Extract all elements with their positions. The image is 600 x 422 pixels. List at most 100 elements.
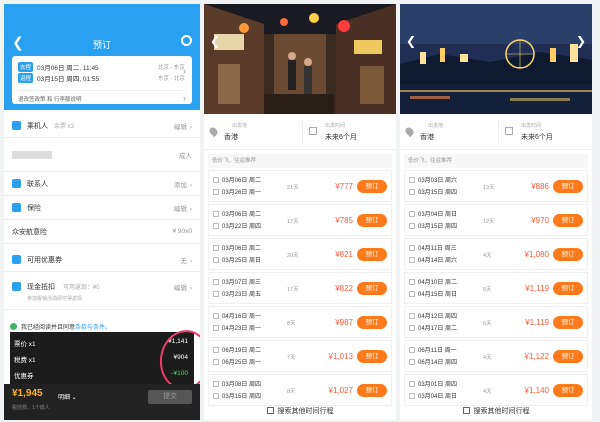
customer-service-icon[interactable] — [181, 35, 192, 46]
list-item[interactable]: 03月06日 周二 03月25日 周日 20天 ¥821 预订 — [208, 238, 392, 270]
fare-price: ¥987 — [335, 318, 353, 327]
checkbox-icon[interactable] — [409, 346, 415, 353]
checkbox-icon[interactable] — [409, 380, 415, 387]
checkbox-icon[interactable] — [409, 222, 415, 229]
list-item[interactable]: 03月06日 周二 03月26日 周一 21天 ¥777 预订 — [208, 170, 392, 202]
passenger-edit[interactable]: 编辑 › — [174, 121, 192, 131]
checkbox-icon[interactable] — [213, 290, 219, 297]
checkbox-icon[interactable] — [213, 392, 219, 399]
book-button[interactable]: 预订 — [553, 248, 583, 261]
checkbox-icon[interactable] — [213, 324, 219, 331]
return-date: 03月15日 周四 — [222, 394, 262, 400]
trip-length: 4天 — [483, 253, 492, 259]
refund-policy-link[interactable]: 退改签政策 和 行李额说明 › — [18, 90, 186, 103]
list-item[interactable]: 03月04日 周日 03月15日 周四 12天 ¥970 预订 — [404, 204, 588, 236]
search-other-dates-link[interactable]: 搜索其他时间行程 — [400, 406, 592, 416]
list-item[interactable]: 03月07日 周三 03月23日 周五 17天 ¥822 预订 — [208, 272, 392, 304]
terms-agreement[interactable]: 我已经阅读并且同意 条款与条件。 — [10, 322, 111, 331]
checkbox-icon[interactable] — [409, 176, 415, 183]
checkbox-icon[interactable] — [409, 392, 415, 399]
book-button[interactable]: 预订 — [553, 214, 583, 227]
checkbox-icon[interactable] — [213, 256, 219, 263]
insurance-row[interactable]: 保险 编辑 › — [4, 196, 200, 220]
insurance-edit[interactable]: 编辑 › — [174, 203, 192, 213]
passenger-entry[interactable]: 成人 — [4, 138, 200, 172]
coupon-value[interactable]: 无 › — [180, 255, 192, 265]
book-button[interactable]: 预订 — [553, 316, 583, 329]
checkbox-icon[interactable] — [213, 380, 219, 387]
page-title: 预订 — [92, 40, 111, 50]
time-filter-1[interactable]: 出发时间 未来6个月 — [302, 120, 392, 144]
time-filter-2[interactable]: 出发时间 未来6个月 — [498, 120, 588, 144]
checkbox-icon[interactable] — [213, 244, 219, 251]
checkbox-icon[interactable] — [409, 256, 415, 263]
checkbox-icon[interactable] — [409, 290, 415, 297]
checkbox-icon[interactable] — [409, 312, 415, 319]
book-button[interactable]: 预订 — [357, 316, 387, 329]
list-item[interactable]: 06月19日 周二 06月25日 周一 7天 ¥1,013 预订 — [208, 340, 392, 372]
checkbox-icon[interactable] — [213, 346, 219, 353]
book-button[interactable]: 预订 — [357, 180, 387, 193]
fare-price: ¥1,119 — [525, 318, 549, 327]
checkbox-icon[interactable] — [213, 176, 219, 183]
checkbox-icon[interactable] — [213, 222, 219, 229]
book-button[interactable]: 预订 — [553, 180, 583, 193]
passenger-row[interactable]: 乘机人 余票 x3 编辑 › — [4, 114, 200, 138]
price-detail-toggle[interactable]: 明细 ⌄ — [58, 392, 77, 401]
coupon-row[interactable]: 可用优惠券 无 › — [4, 248, 200, 272]
checkbox-icon[interactable] — [213, 358, 219, 365]
return-date: 04月17日 周二 — [418, 326, 458, 332]
flight-insurance-row[interactable]: 众安航意险 ¥ 90x0 — [4, 220, 200, 244]
list-item[interactable]: 03月08日 周四 03月15日 周四 8天 ¥1,027 预订 — [208, 374, 392, 406]
fare-price: ¥1,140 — [524, 386, 549, 395]
checkbox-icon[interactable] — [409, 278, 415, 285]
origin-filter-2[interactable]: 出发地 香港 — [403, 120, 494, 144]
checkbox-icon[interactable] — [213, 188, 219, 195]
trip-summary-card[interactable]: 去程 03月06日 周二, 11:45 北京 - 东京 返程 03月15日 周四… — [12, 56, 192, 104]
checkbox-icon[interactable] — [213, 312, 219, 319]
checkbox-icon[interactable] — [409, 188, 415, 195]
book-button[interactable]: 预订 — [357, 384, 387, 397]
outbound-date: 03月04日 周日 — [418, 212, 458, 218]
outbound-date: 03月07日 周三 — [222, 280, 262, 286]
book-button[interactable]: 预订 — [357, 282, 387, 295]
list-item[interactable]: 03月01日 周四 03月04日 周日 4天 ¥1,140 预订 — [404, 374, 588, 406]
checkbox-icon[interactable] — [409, 324, 415, 331]
passenger-name-redacted — [12, 150, 52, 159]
cash-deduct-row[interactable]: 现金抵扣 可用返现：¥0 参加报销活动即可得返现 编辑 › — [4, 276, 200, 310]
list-item[interactable]: 04月11日 周三 04月14日 周六 4天 ¥1,080 预订 — [404, 238, 588, 270]
list-item[interactable]: 03月03日 周六 03月15日 周四 13天 ¥886 预订 — [404, 170, 588, 202]
carousel-prev-icon[interactable]: ❮ — [406, 34, 416, 48]
checkbox-icon[interactable] — [409, 210, 415, 217]
origin-filter-1[interactable]: 出发地 香港 — [207, 120, 298, 144]
book-button[interactable]: 预订 — [357, 350, 387, 363]
list-item[interactable]: 04月10日 周二 04月15日 周日 6天 ¥1,119 预订 — [404, 272, 588, 304]
checkbox-icon[interactable] — [213, 210, 219, 217]
submit-button[interactable]: 提交 — [148, 390, 192, 404]
checkbox-checked-icon[interactable] — [10, 323, 17, 330]
contact-add[interactable]: 添加 › — [174, 179, 192, 189]
carousel-next-icon[interactable]: ❯ — [576, 34, 586, 48]
list-item[interactable]: 04月12日 周四 04月17日 周二 6天 ¥1,119 预订 — [404, 306, 588, 338]
book-button[interactable]: 预订 — [553, 282, 583, 295]
carousel-prev-icon[interactable]: ❮ — [210, 34, 220, 48]
checkbox-icon[interactable] — [409, 358, 415, 365]
book-button[interactable]: 预订 — [553, 384, 583, 397]
trip-length: 20天 — [287, 253, 299, 259]
app-root: ❮ 预订 去程 03月06日 周二, 11:45 北京 - 东京 返程 03月1… — [0, 0, 600, 422]
cash-edit[interactable]: 编辑 › — [174, 282, 192, 292]
return-date: 03月26日 周一 — [222, 190, 262, 196]
checkbox-icon[interactable] — [409, 244, 415, 251]
contact-row[interactable]: 联系人 添加 › — [4, 172, 200, 196]
list-item[interactable]: 04月16日 周一 04月23日 周一 8天 ¥987 预订 — [208, 306, 392, 338]
trip-length: 4天 — [483, 355, 492, 361]
book-button[interactable]: 预订 — [553, 350, 583, 363]
book-button[interactable]: 预订 — [357, 248, 387, 261]
terms-link[interactable]: 条款与条件。 — [75, 322, 111, 331]
outbound-route: 北京 - 东京 — [158, 65, 185, 71]
list-item[interactable]: 03月06日 周二 03月22日 周四 17天 ¥785 预订 — [208, 204, 392, 236]
book-button[interactable]: 预订 — [357, 214, 387, 227]
search-other-dates-link[interactable]: 搜索其他时间行程 — [204, 406, 396, 416]
list-item[interactable]: 06月11日 周一 06月14日 周四 4天 ¥1,122 预订 — [404, 340, 588, 372]
checkbox-icon[interactable] — [213, 278, 219, 285]
